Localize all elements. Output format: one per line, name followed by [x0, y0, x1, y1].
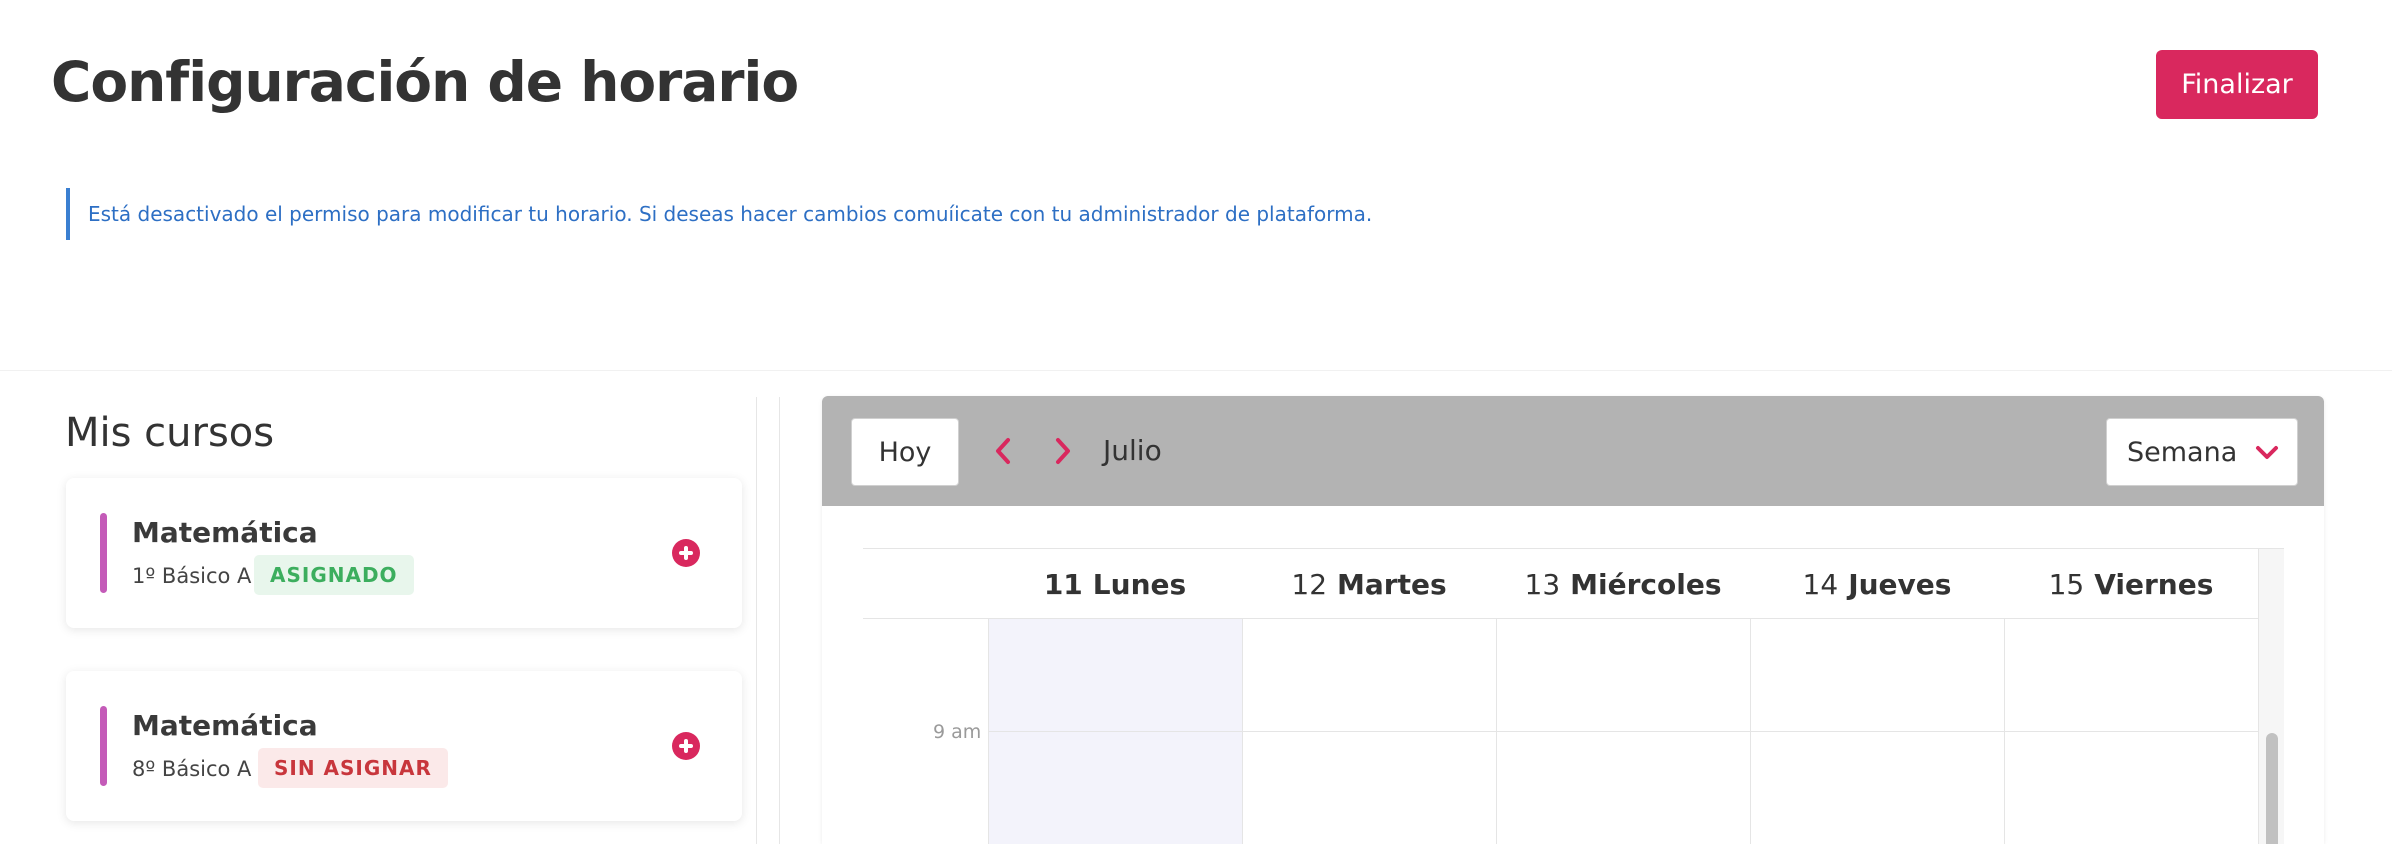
chevron-right-icon[interactable] — [1050, 436, 1076, 466]
finish-button[interactable]: Finalizar — [2156, 50, 2318, 119]
add-course-icon[interactable] — [672, 732, 700, 760]
add-course-icon[interactable] — [672, 539, 700, 567]
day-header-wednesday: 13 Miércoles — [1496, 549, 1750, 619]
chevron-down-icon — [2256, 446, 2278, 459]
day-name: Miércoles — [1570, 567, 1722, 601]
course-color-bar — [100, 706, 107, 786]
days-header: 11 Lunes 12 Martes 13 Miércoles 14 Jueve… — [863, 549, 2258, 619]
chevron-left-icon[interactable] — [990, 436, 1016, 466]
day-name: Martes — [1337, 567, 1447, 601]
day-header-thursday: 14 Jueves — [1750, 549, 2004, 619]
view-select[interactable]: Semana — [2106, 418, 2298, 486]
course-card[interactable]: Matemática 8º Básico A SIN ASIGNAR — [66, 671, 742, 821]
course-group: 1º Básico A — [132, 564, 252, 588]
section-divider — [0, 370, 2392, 371]
scrollbar-thumb[interactable] — [2266, 733, 2278, 844]
course-color-bar — [100, 513, 107, 593]
day-number: 14 — [1802, 567, 1839, 601]
calendar: Hoy Julio Semana 11 Lunes 12 Martes 13 M… — [822, 396, 2324, 844]
time-label: 9 am — [933, 721, 982, 743]
day-header-friday: 15 Viernes — [2004, 549, 2258, 619]
notice-text: Está desactivado el permiso para modific… — [88, 202, 1373, 226]
day-name: Viernes — [2094, 567, 2214, 601]
course-card[interactable]: Matemática 1º Básico A ASIGNADO — [66, 478, 742, 628]
course-name: Matemática — [132, 516, 318, 549]
week-grid: 11 Lunes 12 Martes 13 Miércoles 14 Jueve… — [863, 548, 2284, 844]
course-group: 8º Básico A — [132, 757, 252, 781]
day-number: 13 — [1524, 567, 1561, 601]
hour-line — [988, 731, 2258, 732]
day-number: 11 — [1043, 567, 1083, 601]
day-name: Lunes — [1092, 567, 1187, 601]
scrollbar[interactable] — [2258, 549, 2284, 844]
month-label: Julio — [1103, 434, 1162, 467]
day-number: 12 — [1291, 567, 1328, 601]
permission-notice: Está desactivado el permiso para modific… — [66, 188, 1372, 240]
view-select-value: Semana — [2127, 436, 2238, 468]
day-number: 15 — [2048, 567, 2085, 601]
page-title: Configuración de horario — [51, 50, 799, 114]
status-badge: ASIGNADO — [254, 555, 414, 595]
panel-divider — [756, 397, 780, 844]
today-button[interactable]: Hoy — [851, 418, 959, 486]
course-name: Matemática — [132, 709, 318, 742]
calendar-toolbar: Hoy Julio Semana — [822, 396, 2324, 506]
status-badge: SIN ASIGNAR — [258, 748, 448, 788]
courses-title: Mis cursos — [65, 410, 275, 456]
day-name: Jueves — [1848, 567, 1952, 601]
day-header-monday: 11 Lunes — [988, 549, 1242, 619]
day-header-tuesday: 12 Martes — [1242, 549, 1496, 619]
